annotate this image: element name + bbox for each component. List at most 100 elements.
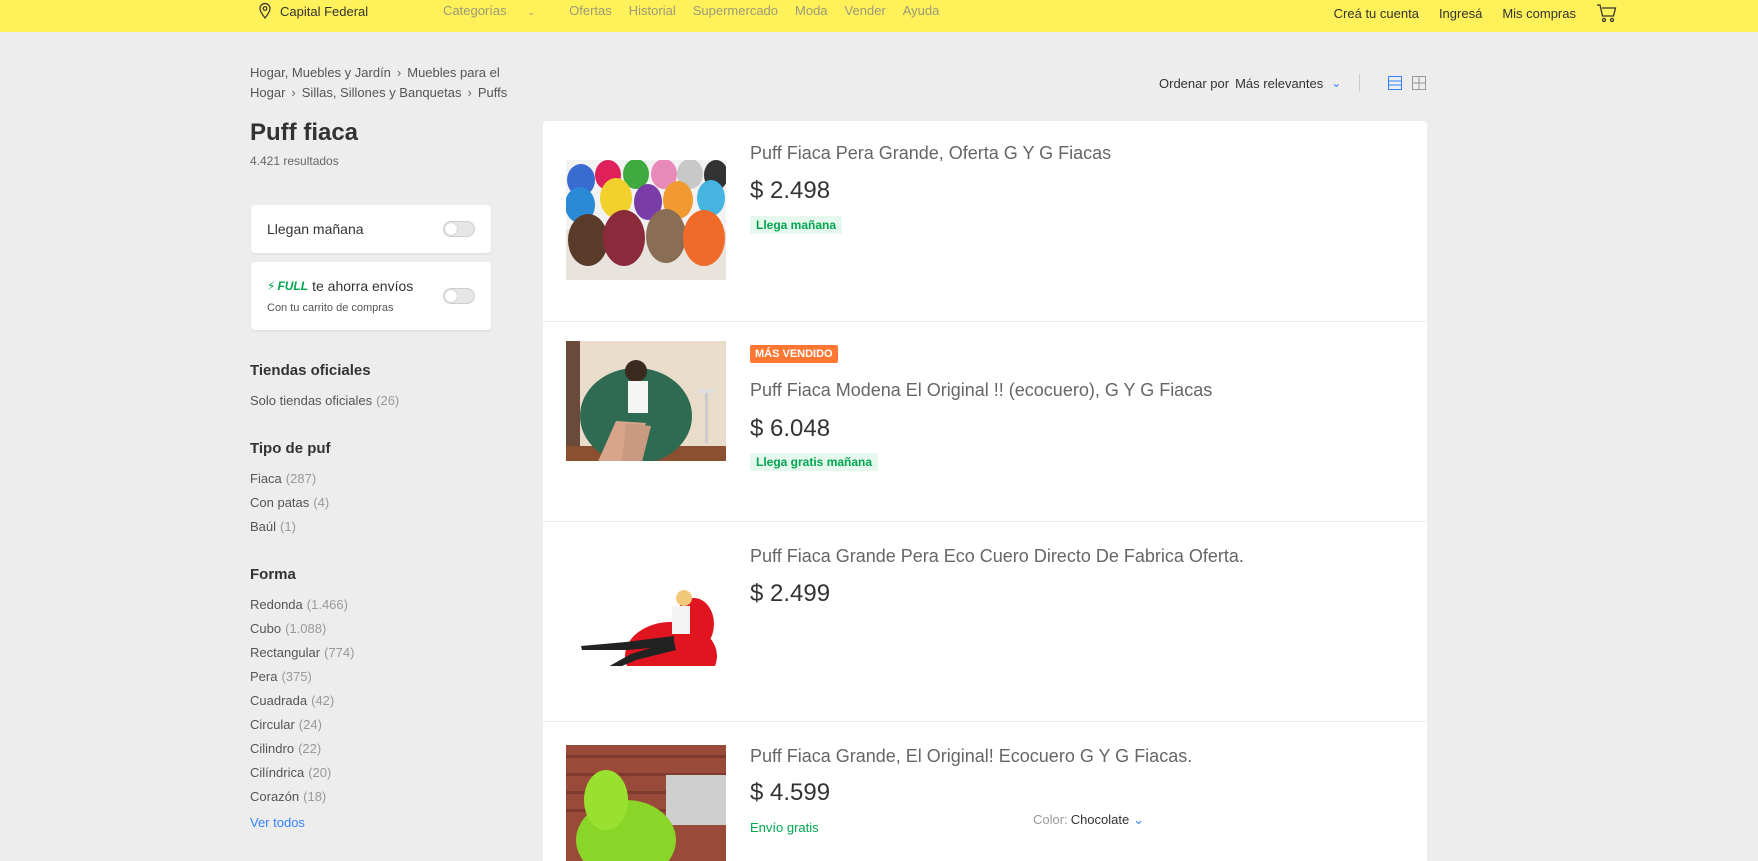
list-view-icon[interactable] [1388,76,1402,90]
page-title: Puff fiaca [250,119,359,146]
facet-label: Pera [250,669,278,684]
arrives-tomorrow-label: Llegan mañana [267,221,364,237]
facet-item[interactable]: Con patas (4) [250,495,329,510]
product-card[interactable]: Puff Fiaca Grande, El Original! Ecocuero… [543,721,1427,861]
main-nav: Categorías ⌄ Ofertas Historial Supermerca… [443,3,956,18]
facet-item[interactable]: Circular (24) [250,717,322,732]
product-price: $ 6.048 [750,415,831,442]
divider [1359,74,1361,92]
facet-label: Cilíndrica [250,765,305,780]
product-image[interactable] [566,745,726,861]
color-value: Chocolate [1070,812,1130,827]
nav-help[interactable]: Ayuda [903,3,940,18]
facet-label: Redonda [250,597,303,612]
breadcrumb-item[interactable]: Hogar, Muebles y Jardín [250,65,391,80]
nav-categories[interactable]: Categorías ⌄ [443,3,552,18]
facet-item[interactable]: Cubo (1.088) [250,621,326,636]
facet-count: (287) [285,471,317,486]
see-all-link[interactable]: Ver todos [250,815,305,830]
facet-title-official: Tiendas oficiales [250,362,371,379]
chevron-down-icon: ⌄ [1133,812,1145,827]
arrives-tomorrow-toggle[interactable] [443,221,475,237]
product-title[interactable]: Puff Fiaca Grande Pera Eco Cuero Directo… [750,546,1244,567]
facet-item[interactable]: Solo tiendas oficiales (26) [250,393,399,408]
results-count: 4.421 resultados [250,154,339,168]
facet-item[interactable]: Corazón (18) [250,789,326,804]
facet-item[interactable]: Cuadrada (42) [250,693,334,708]
shipping-tag: Llega gratis mañana [750,453,879,471]
facet-count: (1) [280,519,296,534]
chevron-down-icon[interactable]: ⌄ [1331,76,1341,90]
facet-label: Con patas [250,495,310,510]
best-seller-badge: MÁS VENDIDO [750,345,838,363]
facet-label: Baúl [250,519,277,534]
facet-count: (18) [303,789,327,804]
product-title[interactable]: Puff Fiaca Modena El Original !! (ecocue… [750,380,1212,401]
login-link[interactable]: Ingresá [1439,6,1482,21]
facet-label: Circular [250,717,295,732]
facet-item[interactable]: Baúl (1) [250,519,296,534]
facet-label: Corazón [250,789,300,804]
location-selector[interactable]: Capital Federal [256,0,368,22]
my-purchases-link[interactable]: Mis compras [1502,6,1576,21]
facet-item[interactable]: Pera (375) [250,669,312,684]
location-pin-icon [259,2,271,19]
product-photo-placeholder [566,160,726,280]
facet-item[interactable]: Cilindro (22) [250,741,321,756]
product-price: $ 2.498 [750,177,831,204]
breadcrumb-item[interactable]: Puffs [478,85,507,100]
chevron-right-icon: › [291,85,296,100]
nav-history[interactable]: Historial [629,3,676,18]
shipping-text: Envío gratis [750,820,819,835]
facet-item[interactable]: Redonda (1.466) [250,597,348,612]
product-title[interactable]: Puff Fiaca Grande, El Original! Ecocuero… [750,746,1192,767]
sort-value[interactable]: Más relevantes [1235,76,1323,91]
nav-sell[interactable]: Vender [845,3,886,18]
product-title[interactable]: Puff Fiaca Pera Grande, Oferta G Y G Fia… [750,143,1111,164]
facet-count: (26) [376,393,400,408]
product-image[interactable] [566,160,726,280]
lightning-icon: ⚡ [267,279,276,293]
nav-categories-label: Categorías [443,3,507,18]
facet-count: (1.466) [306,597,348,612]
facet-label: Cilindro [250,741,295,756]
facet-item[interactable]: Rectangular (774) [250,645,354,660]
facet-count: (4) [313,495,330,510]
cart-icon[interactable] [1596,3,1618,23]
full-text: FULL [277,279,309,293]
product-card[interactable]: Puff Fiaca Grande Pera Eco Cuero Directo… [543,521,1427,722]
full-toggle[interactable] [443,288,475,304]
facet-count: (375) [281,669,312,684]
facet-label: Solo tiendas oficiales [250,393,373,408]
product-photo-placeholder [566,546,726,666]
breadcrumb: Hogar, Muebles y Jardín › Muebles para el … [250,63,530,103]
facet-label: Fiaca [250,471,282,486]
full-filter: ⚡ FULL te ahorra envíos Con tu carrito de… [251,262,491,330]
chevron-right-icon: › [396,65,402,80]
nav-fashion[interactable]: Moda [795,3,828,18]
nav-supermarket[interactable]: Supermercado [693,3,778,18]
breadcrumb-item[interactable]: Sillas, Sillones y Banquetas [302,85,462,100]
account-nav: Creá tu cuenta Ingresá Mis compras [1314,3,1618,23]
chevron-down-icon: ⌄ [527,7,536,17]
facet-item[interactable]: Fiaca (287) [250,471,316,486]
top-header: Capital Federal Categorías ⌄ Ofertas Hist… [0,0,1758,32]
product-price: $ 2.499 [750,580,831,607]
product-card[interactable]: MÁS VENDIDO Puff Fiaca Modena El Origina… [543,321,1427,522]
product-card[interactable]: Puff Fiaca Pera Grande, Oferta G Y G Fia… [543,121,1427,322]
create-account-link[interactable]: Creá tu cuenta [1334,6,1419,21]
facet-title-forma: Forma [250,566,296,583]
product-photo-placeholder [566,745,726,861]
facet-count: (42) [311,693,335,708]
color-selector[interactable]: Color: Chocolate ⌄ [1033,812,1144,828]
full-label-row: ⚡ FULL te ahorra envíos [267,278,413,294]
facet-count: (22) [298,741,322,756]
nav-offers[interactable]: Ofertas [569,3,612,18]
facet-label: Cuadrada [250,693,308,708]
product-image[interactable] [566,546,726,666]
results-list: Puff Fiaca Pera Grande, Oferta G Y G Fia… [543,121,1427,861]
facet-item[interactable]: Cilíndrica (20) [250,765,331,780]
sort-control[interactable]: Ordenar por Más relevantes ⌄ [1159,74,1361,92]
product-image[interactable] [566,341,726,461]
grid-view-icon[interactable] [1412,76,1426,90]
